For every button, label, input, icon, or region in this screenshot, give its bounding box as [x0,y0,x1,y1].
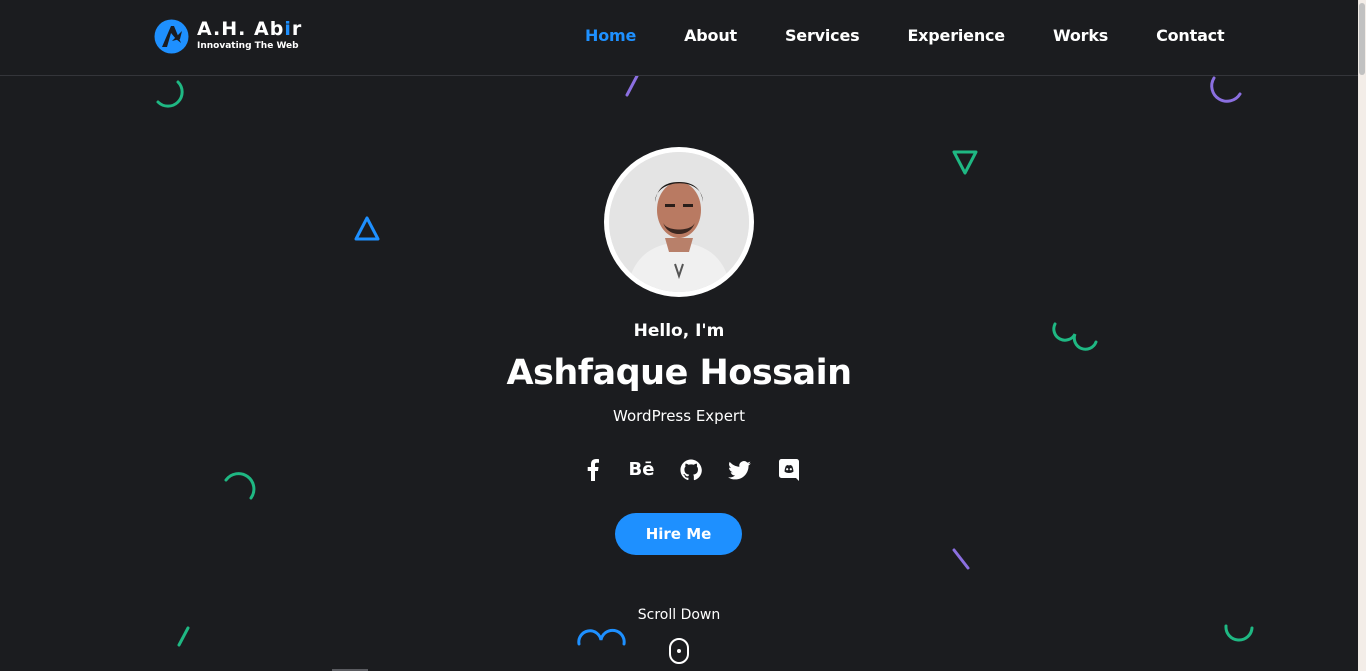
profile-avatar [604,147,754,297]
logo-title-accent: i [284,18,292,40]
greeting-text: Hello, I'm [633,321,725,341]
logo-title-main: A.H. Ab [197,18,285,40]
scroll-down-label: Scroll Down [637,607,721,623]
site-header: A.H. Abir Innovating The Web Home About … [0,0,1358,76]
hero-role: WordPress Expert [613,407,745,425]
twitter-icon [728,460,751,479]
nav-about[interactable]: About [684,26,737,46]
profile-photo [609,152,749,292]
behance-link[interactable]: Bē [617,457,666,483]
nav-home[interactable]: Home [585,26,636,46]
logo-tagline: Innovating The Web [197,41,299,51]
hire-me-button[interactable]: Hire Me [615,513,742,555]
scroll-mouse-icon[interactable] [669,638,689,664]
logo-title: A.H. Abir [197,19,302,39]
behance-icon: Bē [628,459,655,480]
nav-experience[interactable]: Experience [907,26,1005,46]
scrollbar-thumb[interactable] [1359,3,1365,75]
nav-works[interactable]: Works [1053,26,1108,46]
nav-services[interactable]: Services [785,26,860,46]
logo-text: A.H. Abir Innovating The Web [197,19,302,51]
main-nav: Home About Services Experience Works Con… [585,26,1272,46]
social-links: Bē [568,457,813,483]
github-icon [679,459,702,481]
twitter-link[interactable] [715,457,764,483]
nav-contact[interactable]: Contact [1156,26,1225,46]
site-logo[interactable]: A.H. Abir Innovating The Web [154,19,302,54]
logo-icon [154,19,189,54]
github-link[interactable] [666,457,715,483]
facebook-link[interactable] [568,457,617,483]
hero-section: Hello, I'm Ashfaque Hossain WordPress Ex… [0,76,1358,671]
page-scrollbar[interactable] [1358,0,1366,671]
discord-icon [778,459,799,481]
hero-name: Ashfaque Hossain [506,353,852,393]
mouse-wheel-dot [677,649,681,653]
discord-link[interactable] [764,457,813,483]
person-illustration [609,152,749,292]
logo-title-end: r [291,18,303,40]
facebook-icon [587,459,599,481]
